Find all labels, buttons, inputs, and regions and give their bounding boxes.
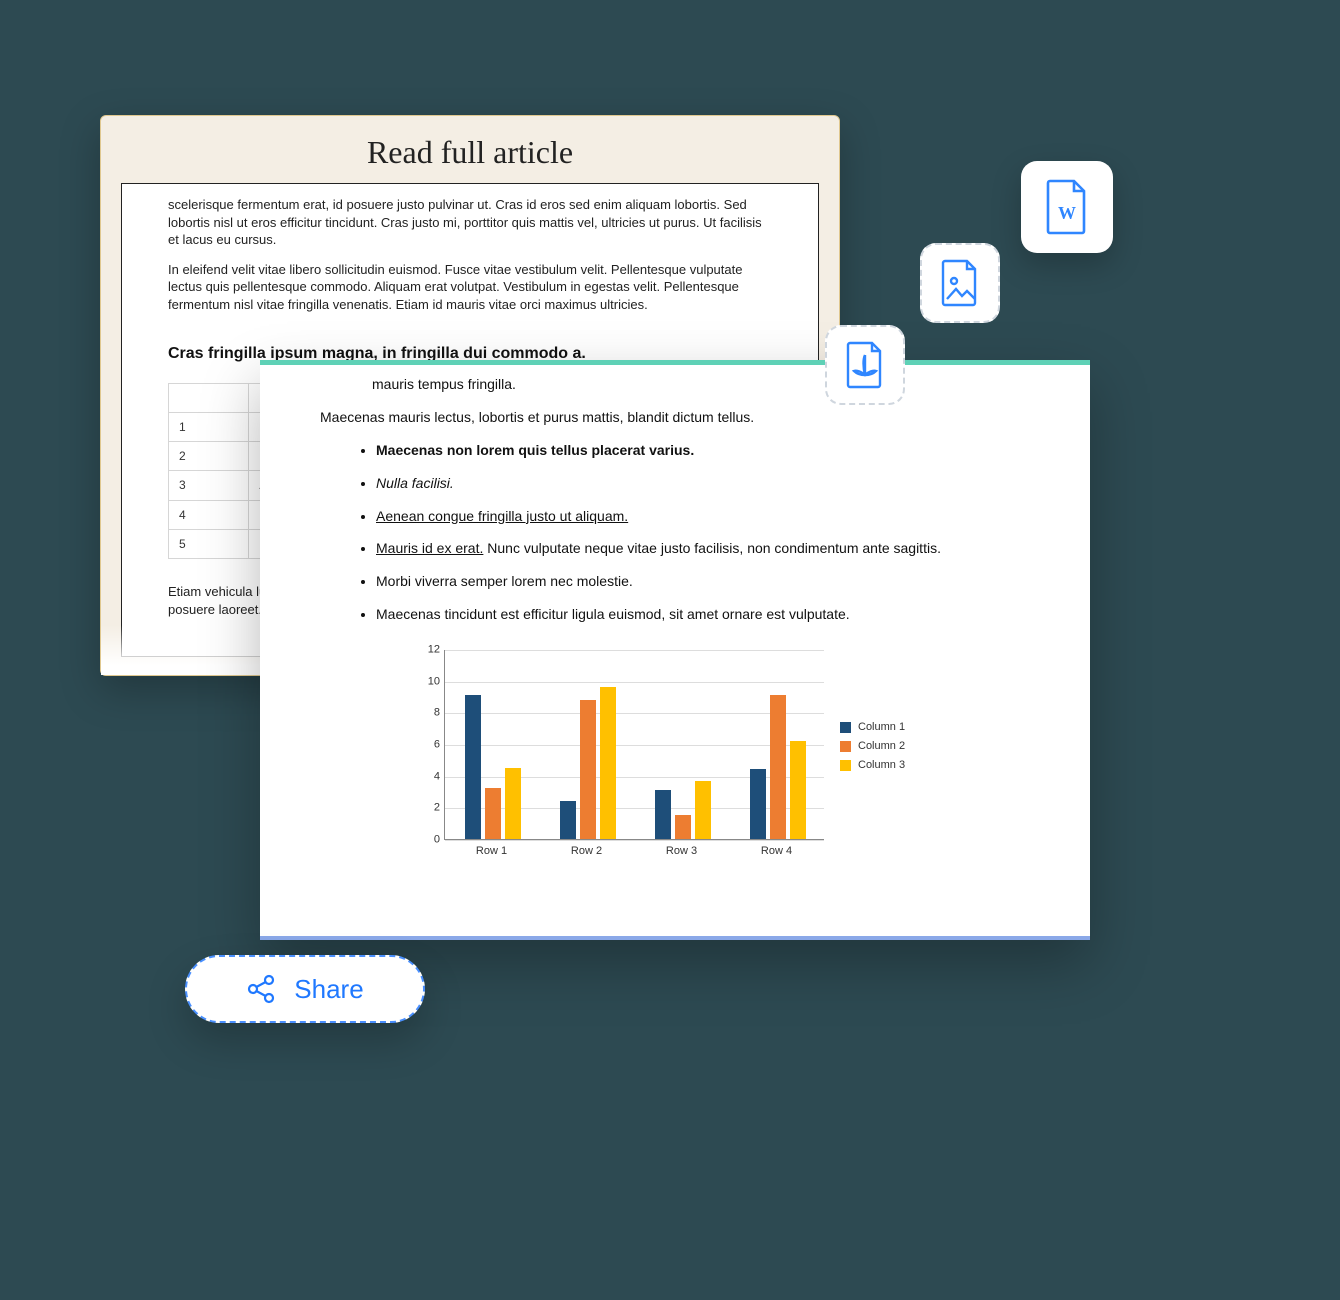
chart-xtick: Row 1 [444,844,539,859]
chart-bar [675,815,691,839]
legend-item: Column 3 [840,758,905,773]
share-icon [246,974,276,1004]
chart-ytick: 10 [422,674,440,689]
chart-xtick: Row 4 [729,844,824,859]
doc-lead: Maecenas mauris lectus, lobortis et puru… [320,408,1040,427]
chart-bar [770,695,786,839]
chart-legend: Column 1 Column 2 Column 3 [840,716,905,777]
chart-bar [580,700,596,839]
article-para: scelerisque fermentum erat, id posuere j… [168,196,772,249]
chart-xtick: Row 3 [634,844,729,859]
legend-item: Column 2 [840,739,905,754]
image-file-icon [940,259,980,307]
list-item: Aenean congue fringilla justo ut aliquam… [376,507,1040,526]
list-item: Maecenas tincidunt est efficitur ligula … [376,605,1040,624]
chart-ytick: 8 [422,706,440,721]
chart-ytick: 0 [422,833,440,848]
chart-ytick: 6 [422,738,440,753]
list-item: Mauris id ex erat. Nunc vulputate neque … [376,539,1040,558]
chart-bar [465,695,481,839]
chart-bar [560,801,576,839]
word-file-badge[interactable]: W [1021,161,1113,253]
article-title[interactable]: Read full article [101,130,839,183]
svg-text:W: W [1058,203,1076,223]
share-button[interactable]: Share [185,955,425,1023]
article-para: In eleifend velit vitae libero sollicitu… [168,261,772,314]
chart-xtick: Row 2 [539,844,634,859]
bar-chart: 024681012 Row 1Row 2Row 3Row 4 Column 1C… [400,644,960,874]
chart-ytick: 12 [422,643,440,658]
list-item: Morbi viverra semper lorem nec molestie. [376,572,1040,591]
share-label: Share [294,974,363,1005]
chart-bar [655,790,671,839]
chart-ytick: 2 [422,801,440,816]
chart-bar [750,769,766,839]
list-item: Nulla facilisi. [376,474,1040,493]
pdf-file-badge[interactable] [825,325,905,405]
word-doc-icon: W [1044,179,1090,235]
foreground-document-card: mauris tempus fringilla. Maecenas mauris… [260,360,1090,940]
chart-bar [695,781,711,840]
chart-bar [600,687,616,839]
chart-bar [790,741,806,839]
chart-bar [485,788,501,839]
chart-bar [505,768,521,839]
doc-fragment: mauris tempus fringilla. [372,375,1040,394]
doc-bullet-list: Maecenas non lorem quis tellus placerat … [376,441,1040,624]
pdf-file-icon [845,341,885,389]
image-file-badge[interactable] [920,243,1000,323]
legend-item: Column 1 [840,720,905,735]
list-item: Maecenas non lorem quis tellus placerat … [376,441,1040,460]
chart-ytick: 4 [422,769,440,784]
